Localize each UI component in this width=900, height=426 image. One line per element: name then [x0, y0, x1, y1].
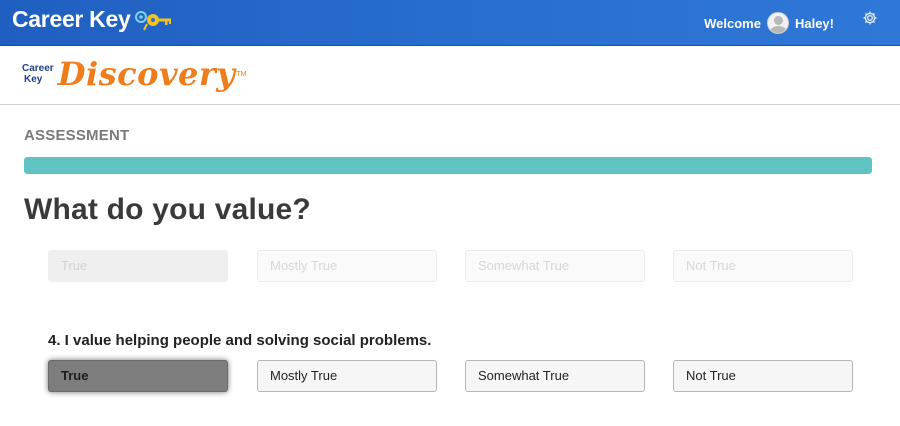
product-header: Career Key Discovery TM — [0, 46, 900, 105]
option-somewhat-true[interactable]: Somewhat True — [465, 360, 645, 392]
user-menu[interactable]: Welcome Haley! — [704, 12, 834, 34]
gear-icon[interactable] — [862, 10, 878, 26]
question-text: 4. I value helping people and solving so… — [48, 332, 432, 349]
logo-small-line2: Key — [24, 74, 43, 85]
option-true[interactable]: True — [48, 360, 228, 392]
top-navigation-bar: Career Key Welcome Haley! — [0, 0, 900, 46]
prev-option-true[interactable]: True — [48, 250, 228, 282]
prev-option-mostly-true[interactable]: Mostly True — [257, 250, 437, 282]
logo-small-line1: Career — [22, 63, 54, 74]
career-key-logo[interactable]: Career Key — [12, 6, 172, 33]
brand-name: Career Key — [12, 6, 131, 32]
key-icon — [135, 10, 172, 30]
section-label: ASSESSMENT — [24, 127, 130, 144]
page-title: What do you value? — [24, 193, 311, 226]
trademark-mark: TM — [236, 70, 247, 78]
welcome-label: Welcome — [704, 15, 761, 31]
avatar-icon — [766, 12, 789, 34]
progress-fill — [24, 157, 872, 174]
option-mostly-true[interactable]: Mostly True — [257, 360, 437, 392]
logo-discovery-text: Discovery — [57, 55, 236, 93]
prev-option-not-true[interactable]: Not True — [673, 250, 853, 282]
user-name: Haley! — [794, 15, 834, 31]
logo-small-text: Career Key — [22, 63, 54, 85]
option-not-true[interactable]: Not True — [673, 360, 853, 392]
assessment-progress-bar — [24, 157, 872, 174]
career-key-discovery-logo[interactable]: Career Key Discovery TM — [22, 56, 246, 92]
prev-option-somewhat-true[interactable]: Somewhat True — [465, 250, 645, 282]
